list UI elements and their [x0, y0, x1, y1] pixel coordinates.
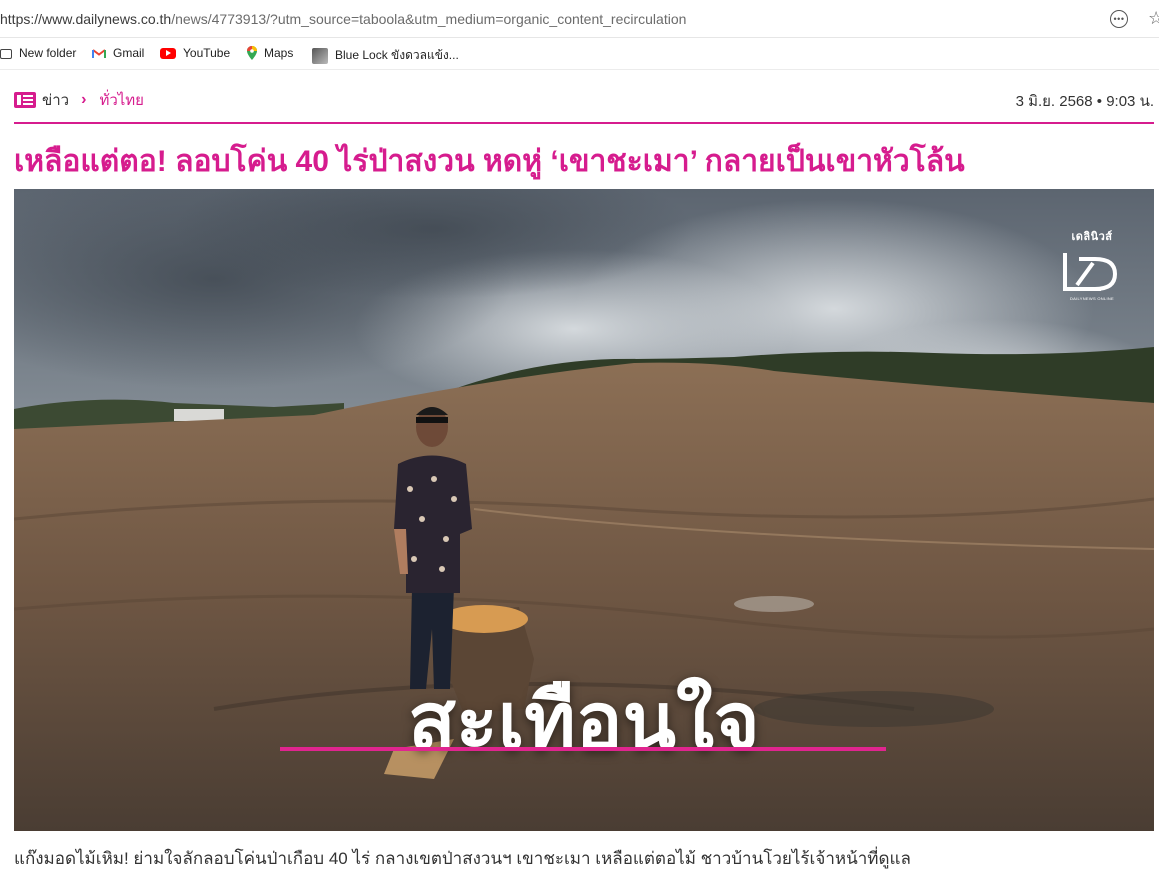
- image-caption: แก๊งมอดไม้เหิม! ย่ามใจลักลอบโค่นป่าเกือบ…: [14, 849, 911, 868]
- address-bar[interactable]: https://www.dailynews.co.th/news/4773913…: [0, 0, 1159, 38]
- dailynews-logo-icon: [1063, 253, 1118, 291]
- gmail-icon: [92, 48, 106, 59]
- bookmark-gmail[interactable]: Gmail: [92, 46, 144, 60]
- article-headline: เหลือแต่ตอ! ลอบโค่น 40 ไร่ป่าสงวน หดหู่ …: [14, 145, 965, 178]
- youtube-icon: [160, 47, 176, 59]
- watermark-brand-subtext: DAILYNEWS ONLINE: [1069, 296, 1115, 301]
- bookmark-blue-lock[interactable]: Blue Lock ขังดวลแข้ง...: [312, 46, 459, 65]
- folder-icon: [0, 49, 12, 59]
- maps-icon: [247, 46, 257, 60]
- url-path: /news/4773913/?utm_source=taboola&utm_me…: [171, 11, 687, 27]
- breadcrumb-news-link[interactable]: ข่าว: [42, 88, 69, 112]
- chevron-right-icon: ›: [81, 91, 87, 108]
- bookmarks-bar: New folder Gmail YouTube Maps Blue Lock …: [0, 38, 1159, 70]
- bookmark-label: YouTube: [183, 46, 231, 60]
- breadcrumb: ข่าว › ทั่วไทย: [14, 88, 144, 112]
- bookmark-youtube[interactable]: YouTube: [160, 46, 230, 60]
- watermark-brand-text: เดลินิวส์: [1071, 231, 1113, 243]
- blue-lock-icon: [312, 47, 328, 64]
- url-host: https://www.dailynews.co.th: [0, 11, 172, 27]
- bookmark-label: Maps: [264, 46, 294, 60]
- image-overlay-headline: สะเทือนใจ: [408, 677, 760, 765]
- bookmark-maps[interactable]: Maps: [247, 46, 293, 60]
- dailynews-watermark-logo: เดลินิวส์ DAILYNEWS ONLINE: [1057, 227, 1127, 305]
- newspaper-icon: [14, 92, 36, 108]
- bookmark-label: Gmail: [113, 46, 145, 60]
- more-dots-icon[interactable]: •••: [1110, 10, 1128, 28]
- breadcrumb-category-link[interactable]: ทั่วไทย: [99, 88, 144, 112]
- bookmark-label: Blue Lock ขังดวลแข้ง...: [335, 48, 459, 62]
- publish-date: 3 มิ.ย. 2568 • 9:03 น.: [1015, 93, 1154, 110]
- article-hero-image[interactable]: เดลินิวส์ DAILYNEWS ONLINE สะเทือนใจ: [14, 189, 1154, 831]
- bookmark-label: New folder: [19, 46, 77, 60]
- url-text[interactable]: https://www.dailynews.co.th/news/4773913…: [0, 11, 686, 27]
- header-divider: [14, 122, 1154, 124]
- bookmark-star-icon[interactable]: ☆: [1148, 8, 1159, 29]
- bookmark-new-folder[interactable]: New folder: [0, 46, 76, 60]
- image-overlay-underline: [280, 747, 886, 751]
